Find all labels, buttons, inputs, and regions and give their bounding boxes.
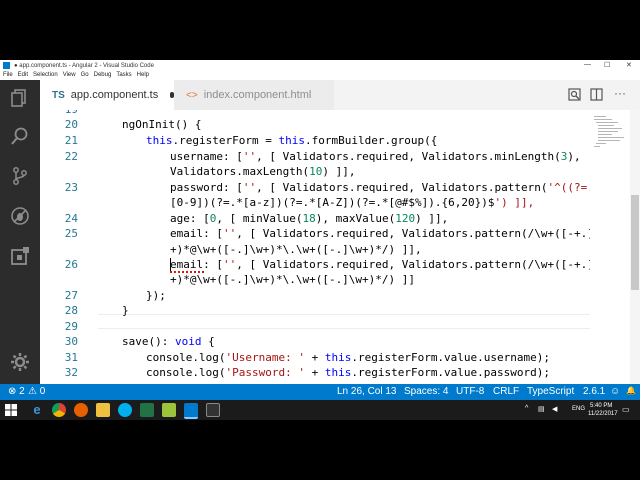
error-squiggle (170, 269, 204, 273)
line-number: 31 (64, 351, 78, 364)
typescript-file-icon: TS (52, 89, 65, 101)
debug-icon[interactable] (8, 204, 32, 228)
line-number: 24 (64, 212, 78, 225)
menu-bar: File Edit Selection View Go Debug Tasks … (0, 71, 640, 80)
warnings-indicator[interactable]: ⚠ 0 (28, 386, 45, 397)
tab-index-component-html[interactable]: <> index.component.html (174, 80, 334, 110)
terminal-icon[interactable] (206, 403, 220, 417)
search-icon[interactable] (8, 124, 32, 148)
line-number: 28 (64, 304, 78, 317)
menu-help[interactable]: Help (137, 71, 149, 80)
line-number: 32 (64, 366, 78, 379)
line-number: 20 (64, 118, 78, 131)
line-number: 19 (40, 110, 78, 116)
vscode-taskbar-icon[interactable] (184, 403, 198, 419)
line-number: 27 (64, 289, 78, 302)
status-bar: ⊗ 2 ⚠ 0 Ln 26, Col 13 Spaces: 4 UTF-8 CR… (0, 384, 640, 400)
line-number: 25 (64, 227, 78, 240)
code-line: this.registerForm = this.formBuilder.gro… (146, 134, 438, 147)
line-number: 30 (64, 335, 78, 348)
html-file-icon: <> (186, 89, 198, 101)
code-editor[interactable]: 19 20 21 22 23 24 25 26 27 28 29 30 31 3… (40, 110, 630, 384)
indentation-setting[interactable]: Spaces: 4 (404, 386, 448, 397)
code-line: save(): void { (122, 335, 215, 348)
line-number: 23 (64, 181, 78, 194)
code-line: console.log('Password: ' + this.register… (146, 366, 551, 379)
notepad-icon[interactable] (162, 403, 176, 417)
chrome-icon[interactable] (52, 403, 66, 417)
line-number: 26 (64, 258, 78, 271)
encoding-setting[interactable]: UTF-8 (456, 386, 484, 397)
skype-icon[interactable] (118, 403, 132, 417)
edge-browser-icon[interactable]: e (30, 403, 44, 417)
excel-icon[interactable] (140, 403, 154, 417)
open-preview-icon[interactable] (568, 88, 581, 104)
menu-edit[interactable]: Edit (18, 71, 28, 80)
settings-gear-icon[interactable] (8, 350, 32, 374)
windows-taskbar: e ^ ▤ ◀ ENG 5:40 PM 11/22/2017 ▭ (0, 400, 640, 420)
maximize-button[interactable]: ☐ (604, 61, 610, 69)
source-control-icon[interactable] (8, 164, 32, 188)
menu-tasks[interactable]: Tasks (116, 71, 131, 80)
eol-setting[interactable]: CRLF (493, 386, 519, 397)
windows-start-icon[interactable] (4, 403, 18, 417)
current-line-highlight (98, 314, 618, 329)
menu-view[interactable]: View (63, 71, 76, 80)
code-line: console.log('Username: ' + this.register… (146, 351, 551, 364)
code-line: +)*@\w+([-.]\w+)*\.\w+([-.]\w+)*/) ]], (170, 243, 422, 256)
menu-debug[interactable]: Debug (94, 71, 112, 80)
errors-indicator[interactable]: ⊗ 2 (8, 386, 25, 397)
code-line: } (122, 304, 129, 317)
split-editor-icon[interactable] (590, 88, 603, 104)
explorer-icon[interactable] (8, 86, 32, 110)
minimize-button[interactable]: — (584, 61, 591, 68)
menu-file[interactable]: File (3, 71, 13, 80)
code-line: email: ['', [ Validators.required, Valid… (170, 258, 608, 271)
close-window-button[interactable]: ✕ (626, 61, 632, 69)
window-title: ● app.component.ts - Angular 2 - Visual … (14, 63, 154, 69)
tab-label: index.component.html (203, 89, 312, 101)
volume-icon[interactable]: ◀ (552, 405, 557, 413)
scrollbar-thumb[interactable] (631, 195, 639, 290)
editor-tab-bar: TS app.component.ts <> index.component.h… (40, 80, 640, 110)
tray-expand-icon[interactable]: ^ (525, 405, 528, 412)
input-language[interactable]: ENG (572, 406, 585, 412)
minimap[interactable] (590, 110, 630, 384)
feedback-smiley-icon[interactable]: ☺ (610, 386, 620, 397)
code-line: Validators.maxLength(10) ]], (170, 165, 356, 178)
cursor-position[interactable]: Ln 26, Col 13 (337, 386, 397, 397)
file-explorer-icon[interactable] (96, 403, 110, 417)
code-line: age: [0, [ minValue(18), maxValue(120) ]… (170, 212, 449, 225)
code-line: username: ['', [ Validators.required, Va… (170, 150, 581, 163)
more-actions-icon[interactable]: ··· (614, 86, 626, 100)
line-number: 22 (64, 150, 78, 163)
network-icon[interactable]: ▤ (538, 405, 545, 413)
extensions-icon[interactable] (8, 244, 32, 268)
firefox-icon[interactable] (74, 403, 88, 417)
vscode-window: ● app.component.ts - Angular 2 - Visual … (0, 60, 640, 420)
language-mode[interactable]: TypeScript (527, 386, 574, 397)
tab-label: app.component.ts (70, 89, 159, 101)
code-line: +)*@\w+([-.]\w+)*\.\w+([-.]\w+)*/) ]] (170, 273, 416, 286)
title-bar: ● app.component.ts - Angular 2 - Visual … (0, 60, 640, 71)
code-line: password: ['', [ Validators.required, Va… (170, 181, 601, 194)
menu-selection[interactable]: Selection (33, 71, 58, 80)
notifications-bell-icon[interactable]: 🔔 (626, 386, 636, 395)
action-center-icon[interactable]: ▭ (622, 405, 630, 414)
tab-app-component-ts[interactable]: TS app.component.ts (40, 80, 174, 110)
menu-go[interactable]: Go (81, 71, 89, 80)
code-line: email: ['', [ Validators.required, Valid… (170, 227, 608, 240)
clock-time[interactable]: 5:40 PM (590, 403, 612, 409)
code-line: }); (146, 289, 166, 302)
activity-bar (0, 80, 40, 384)
typescript-version[interactable]: 2.6.1 (583, 386, 605, 397)
code-line: ngOnInit() { (122, 118, 202, 131)
clock-date[interactable]: 11/22/2017 (588, 411, 618, 417)
line-number: 29 (64, 320, 78, 333)
line-number: 21 (64, 134, 78, 147)
vscode-logo-icon (3, 62, 10, 69)
code-line: [0-9])(?=.*[a-z])(?=.*[A-Z])(?=.*[@#$%])… (170, 196, 535, 209)
